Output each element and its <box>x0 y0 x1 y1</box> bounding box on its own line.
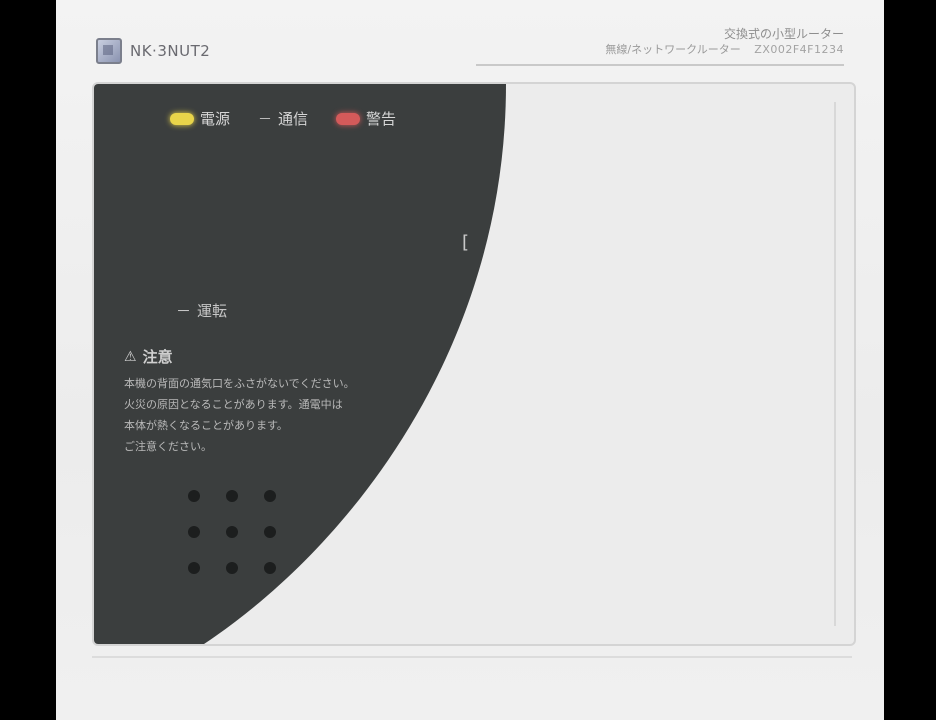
side-bracket-icon: [ <box>462 232 470 253</box>
device-front-panel: NK·3NUT2 交換式の小型ルーター 無線/ネットワークルーター ZX002F… <box>56 0 884 720</box>
indicator-power-label: 電源 <box>200 110 231 128</box>
indicator-comm: － 通信 <box>258 108 308 129</box>
warning-line: ご注意ください。 <box>124 440 212 453</box>
model-number: ZX002F4F1234 <box>754 43 844 56</box>
warning-title: 注意 <box>142 348 173 366</box>
warning-line: 本機の背面の通気口をふさがないでください。 <box>124 377 355 390</box>
indicator-power: 電源 <box>170 108 230 129</box>
vent-hole <box>264 526 276 538</box>
vent-hole <box>264 490 276 502</box>
warning-line: 火災の原因となることがあります。通電中は <box>124 398 343 411</box>
indicator-alert-label: 警告 <box>366 110 397 128</box>
alert-led-icon <box>336 112 361 125</box>
warning-line: 本体が熱くなることがあります。 <box>124 419 288 432</box>
run-mark: － <box>176 302 192 320</box>
brand: NK·3NUT2 <box>96 38 210 64</box>
vent-hole <box>188 562 200 574</box>
bottom-divider <box>92 656 852 658</box>
warning-triangle-icon: ⚠ <box>124 348 137 365</box>
brand-logo-icon <box>96 38 122 64</box>
panel-edge-line <box>834 102 836 626</box>
vent-hole <box>264 562 276 574</box>
header-line2: 無線/ネットワークルーター ZX002F4F1234 <box>605 42 844 58</box>
warning-title-row: ⚠ 注意 <box>124 346 414 367</box>
indicator-comm-label: 通信 <box>278 110 309 128</box>
run-label: 運転 <box>197 302 228 320</box>
warning-notice: ⚠ 注意 本機の背面の通気口をふさがないでください。 火災の原因となることがあり… <box>124 346 414 457</box>
vent-hole <box>188 526 200 538</box>
letterbox-left <box>0 0 56 720</box>
run-indicator: － 運転 <box>176 300 227 321</box>
vent-hole <box>188 490 200 502</box>
letterbox-right <box>884 0 936 720</box>
main-panel: 電源 － 通信 警告 [ － 運転 ⚠ 注意 本機の背面の通気口をふさがないでく… <box>92 82 856 646</box>
header-info: 交換式の小型ルーター 無線/ネットワークルーター ZX002F4F1234 <box>605 26 844 58</box>
header-description: 無線/ネットワークルーター <box>605 43 741 56</box>
header-line1: 交換式の小型ルーター <box>723 27 844 41</box>
power-led-icon <box>170 112 194 125</box>
vent-hole <box>226 562 238 574</box>
warning-text: 本機の背面の通気口をふさがないでください。 火災の原因となることがあります。通電… <box>124 373 414 457</box>
brand-name: NK·3NUT2 <box>130 42 211 60</box>
header-divider <box>476 64 844 66</box>
vent-grille <box>188 490 278 574</box>
indicator-alert: 警告 <box>336 108 396 129</box>
comm-led-icon: － <box>258 111 273 128</box>
vent-hole <box>226 490 238 502</box>
vent-hole <box>226 526 238 538</box>
indicator-row: 電源 － 通信 警告 <box>170 108 396 129</box>
